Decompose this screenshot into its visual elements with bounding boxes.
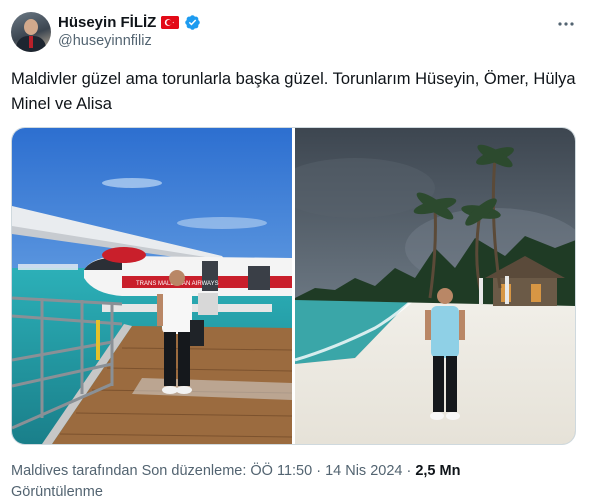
media-grid: TRANS MALDIVIAN AIRWAYS <box>11 127 576 445</box>
seaplane-dock-photo[interactable]: TRANS MALDIVIAN AIRWAYS <box>12 128 292 444</box>
views-count: 2,5 Mn <box>415 463 461 479</box>
beach-palm-photo[interactable] <box>295 128 575 444</box>
author-handle[interactable]: @huseyinnfiliz <box>58 33 152 49</box>
author-name[interactable]: Hüseyin FİLİZ <box>58 14 156 31</box>
more-options-icon[interactable] <box>556 14 576 34</box>
tweet-meta: Maldives tarafından Son düzenleme: ÖÖ 11… <box>11 463 460 479</box>
tweet-text: Maldivler güzel ama torunlarla başka güz… <box>11 70 576 113</box>
avatar[interactable] <box>11 12 51 52</box>
edit-meta-text[interactable]: Maldives tarafından Son düzenleme: ÖÖ 11… <box>11 463 415 479</box>
turkey-flag-icon <box>161 15 180 29</box>
views-label: Görüntülenme <box>11 484 103 500</box>
author-row: Hüseyin FİLİZ <box>58 12 201 32</box>
verified-badge-icon <box>184 14 201 31</box>
